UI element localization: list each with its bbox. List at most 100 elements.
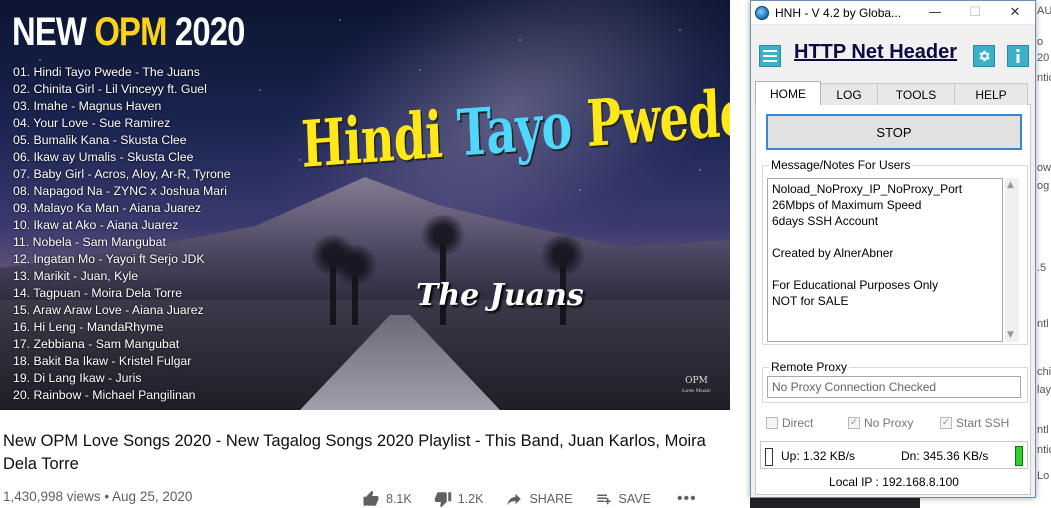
- tracklist: 01. Hindi Tayo Pwede - The Juans 02. Chi…: [13, 64, 231, 404]
- more-options-button[interactable]: •••: [677, 490, 697, 508]
- notes-group: Message/Notes For Users Noload_NoProxy_I…: [762, 158, 1028, 345]
- track-item: 17. Zebbiana - Sam Mangubat: [13, 337, 180, 351]
- share-label: SHARE: [529, 492, 573, 506]
- sidebar-video-thumbnail[interactable]: [750, 498, 920, 508]
- share-button[interactable]: SHARE: [505, 490, 573, 508]
- hamburger-icon: [763, 50, 777, 62]
- window-titlebar[interactable]: HNH - V 4.2 by Globa... — ☐ ✕: [751, 1, 1035, 25]
- sidebar-fragment: ntic: [1037, 72, 1051, 84]
- notes-legend: Message/Notes For Users: [769, 158, 913, 172]
- sidebar-fragment: o: [1037, 36, 1044, 48]
- checkbox-label: Start SSH: [956, 416, 1010, 430]
- info-button[interactable]: [1007, 45, 1029, 67]
- save-label: SAVE: [618, 492, 651, 506]
- dislike-count: 1.2K: [457, 492, 484, 506]
- sidebar-fragment: 20: [1037, 52, 1050, 64]
- direct-checkbox[interactable]: Direct: [766, 413, 848, 433]
- notes-line: Noload_NoProxy_IP_NoProxy_Port: [772, 182, 963, 196]
- window-title: HNH - V 4.2 by Globa...: [775, 5, 902, 20]
- thumbs-down-icon: [434, 492, 451, 508]
- traffic-status: Up: 1.32 KB/s Dn: 345.36 KB/s: [760, 441, 1028, 469]
- tab-tools[interactable]: TOOLS: [877, 83, 955, 105]
- download-speed: Dn: 345.36 KB/s: [901, 449, 989, 463]
- notes-line: [772, 229, 998, 245]
- track-item: 11. Nobela - Sam Mangubat: [13, 235, 166, 249]
- track-item: 20. Rainbow - Michael Pangilinan: [13, 388, 196, 402]
- track-item: 12. Ingatan Mo - Yayoi ft Serjo JDK: [13, 252, 205, 266]
- sidebar-fragment: .5: [1037, 262, 1047, 274]
- settings-button[interactable]: [973, 45, 995, 67]
- track-item: 02. Chinita Girl - Lil Vinceyy ft. Guel: [13, 82, 207, 96]
- upload-speed: Up: 1.32 KB/s: [781, 449, 856, 463]
- sidebar-fragment: og: [1037, 180, 1050, 192]
- checkbox-label: No Proxy: [864, 416, 914, 430]
- notes-line: NOT for SALE: [772, 294, 849, 308]
- local-ip: Local IP : 192.168.8.100: [829, 475, 959, 489]
- remote-proxy-group: Remote Proxy No Proxy Connection Checked: [762, 360, 1028, 403]
- save-button[interactable]: SAVE: [595, 490, 651, 508]
- track-item: 04. Your Love - Sue Ramirez: [13, 116, 171, 130]
- hnh-window: HNH - V 4.2 by Globa... — ☐ ✕ HTTP Net H…: [750, 0, 1036, 498]
- checkbox-label: Direct: [782, 416, 814, 430]
- scroll-down-icon[interactable]: ▼: [1007, 330, 1014, 340]
- scroll-up-icon[interactable]: ▲: [1007, 180, 1014, 190]
- track-item: 01. Hindi Tayo Pwede - The Juans: [13, 65, 200, 79]
- close-button[interactable]: ✕: [995, 1, 1035, 25]
- notes-line: 26Mbps of Maximum Speed: [772, 198, 922, 212]
- remote-proxy-legend: Remote Proxy: [769, 360, 850, 374]
- tree: [330, 245, 380, 325]
- track-item: 05. Bumalik Kana - Skusta Clee: [13, 133, 187, 147]
- tab-log[interactable]: LOG: [820, 83, 878, 105]
- video-player[interactable]: NEW OPM 2020 01. Hindi Tayo Pwede - The …: [0, 0, 730, 410]
- download-led-indicator: [1015, 446, 1023, 466]
- gear-icon: [979, 50, 990, 62]
- stop-button[interactable]: STOP: [766, 114, 1022, 150]
- sidebar-fragment: lay: [1037, 384, 1051, 396]
- video-title: New OPM Love Songs 2020 - New Tagalog So…: [3, 432, 706, 473]
- share-arrow-icon: [507, 493, 522, 505]
- sidebar-fragment: ntl: [1037, 318, 1049, 330]
- like-count: 8.1K: [386, 492, 412, 506]
- globe-app-icon: [755, 5, 769, 20]
- menu-button[interactable]: [759, 45, 781, 67]
- video-meta: 1,430,998 views • Aug 25, 2020: [3, 489, 193, 504]
- sidebar-fragment: ntl: [1037, 424, 1049, 436]
- tab-home[interactable]: HOME: [755, 81, 821, 105]
- track-item: 19. Di Lang Ikaw - Juris: [13, 371, 142, 385]
- checkmark-icon: ✓: [848, 417, 860, 429]
- notes-textarea[interactable]: Noload_NoProxy_IP_NoProxy_Port 26Mbps of…: [767, 178, 1003, 342]
- featured-artist: The Juans: [416, 278, 584, 313]
- sidebar-fragment: ow: [1037, 162, 1051, 174]
- track-item: 15. Araw Araw Love - Aiana Juarez: [13, 303, 204, 317]
- video-actions: 8.1K 1.2K SHARE SAVE •••: [362, 488, 697, 508]
- track-item: 07. Baby Girl - Acros, Aloy, Ar-R, Tyron…: [13, 167, 231, 181]
- track-item: 18. Bakit Ba Ikaw - Kristel Fulgar: [13, 354, 192, 368]
- like-button[interactable]: 8.1K: [362, 490, 412, 508]
- minimize-button[interactable]: —: [915, 1, 955, 25]
- sidebar-fragment: ntic: [1037, 444, 1051, 456]
- app-name: HTTP Net Header: [794, 41, 958, 63]
- connection-options: Direct ✓ No Proxy ✓ Start SSH: [766, 413, 1026, 433]
- sidebar-fragment: chi: [1037, 366, 1051, 378]
- tab-help[interactable]: HELP: [954, 83, 1028, 105]
- notes-scrollbar[interactable]: ▲ ▼: [1005, 178, 1019, 342]
- remote-proxy-field[interactable]: No Proxy Connection Checked: [767, 376, 1021, 398]
- desktop: NEW OPM 2020 01. Hindi Tayo Pwede - The …: [0, 0, 1051, 508]
- no-proxy-checkbox[interactable]: ✓ No Proxy: [848, 413, 940, 433]
- thumbnail-title: NEW OPM 2020: [12, 10, 245, 54]
- dislike-button[interactable]: 1.2K: [434, 490, 484, 508]
- track-item: 09. Malayo Ka Man - Aiana Juarez: [13, 201, 201, 215]
- maximize-button[interactable]: ☐: [955, 1, 995, 25]
- start-ssh-checkbox[interactable]: ✓ Start SSH: [940, 413, 1026, 433]
- track-item: 13. Marikit - Juan, Kyle: [13, 269, 139, 283]
- sidebar-fragment: AU: [1037, 5, 1051, 17]
- track-item: 10. Ikaw at Ako - Aiana Juarez: [13, 218, 179, 232]
- recommendations-sidebar: AU o 20 ntic ow og .5 ntl chi lay ntl nt…: [1036, 0, 1051, 508]
- notes-line: [772, 261, 998, 277]
- track-item: 08. Napagod Na - ZYNC x Joshua Mari: [13, 184, 227, 198]
- sidebar-fragment: Lo: [1037, 470, 1050, 482]
- thumbs-up-icon: [363, 490, 379, 506]
- track-item: 06. Ikaw ay Umalis - Skusta Clee: [13, 150, 194, 164]
- checkbox-box: [766, 417, 778, 429]
- notes-line: Created by AlnerAbner: [772, 246, 894, 260]
